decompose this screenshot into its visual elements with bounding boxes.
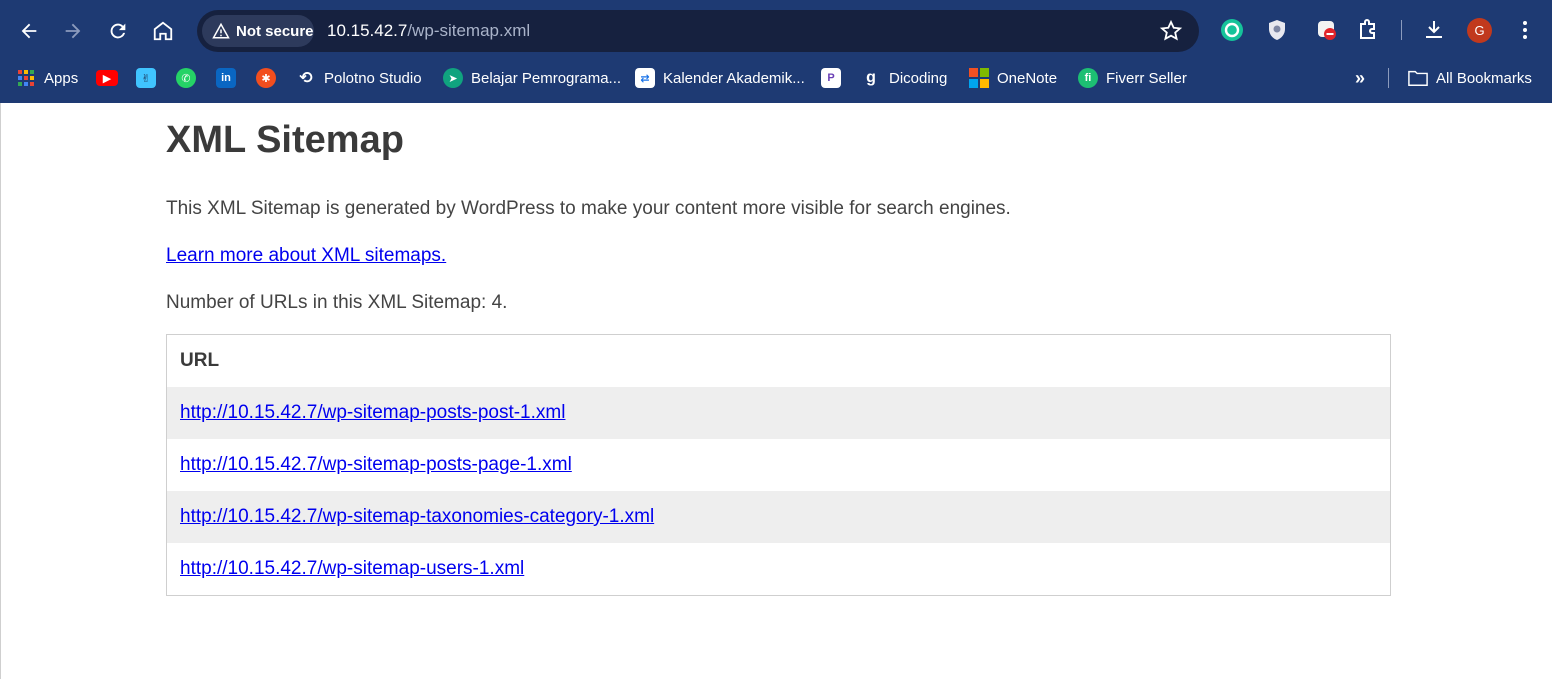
bookmark-label: Kalender Akademik... — [663, 69, 805, 87]
dicoding-academy-icon: ➤ — [443, 68, 463, 88]
page-title: XML Sitemap — [166, 119, 404, 161]
p-app-icon: P — [821, 68, 841, 88]
page-content: XML Sitemap This XML Sitemap is generate… — [0, 103, 1552, 679]
blocker-icon — [1318, 21, 1336, 40]
toolbar-divider — [1401, 20, 1402, 40]
sitemap-url-link[interactable]: http://10.15.42.7/wp-sitemap-posts-page-… — [180, 454, 572, 476]
download-icon — [1426, 21, 1442, 38]
bookmark-label: Dicoding — [889, 69, 948, 87]
apps-grid-icon — [16, 68, 36, 88]
whatsapp-icon: ✆ — [176, 68, 196, 88]
browser-toolbar: Not secure 10.15.42.7/wp-sitemap.xml G — [0, 0, 1552, 62]
grammarly-extension[interactable] — [1218, 16, 1246, 44]
more-vertical-icon — [1523, 21, 1527, 39]
arrow-right-icon — [65, 23, 81, 39]
table-row: http://10.15.42.7/wp-sitemap-users-1.xml — [167, 543, 1390, 595]
table-header: URL — [167, 335, 1390, 387]
bookmark-fiverr[interactable]: fi Fiverr Seller — [1078, 66, 1187, 90]
polotno-icon: ⟲ — [299, 70, 313, 87]
bookmark-label: OneNote — [997, 69, 1058, 87]
sitemap-table: URL http://10.15.42.7/wp-sitemap-posts-p… — [166, 334, 1391, 596]
table-row: http://10.15.42.7/wp-sitemap-posts-post-… — [167, 387, 1390, 439]
fiverr-icon: fi — [1078, 68, 1098, 88]
calendar-icon: ⇄ — [635, 68, 655, 88]
folder-icon — [1408, 68, 1428, 88]
chevron-double-right-icon: » — [1354, 67, 1365, 88]
all-bookmarks-button[interactable]: All Bookmarks — [1408, 66, 1532, 90]
security-label: Not secure — [236, 22, 314, 40]
table-row: http://10.15.42.7/wp-sitemap-taxonomies-… — [167, 491, 1390, 543]
bookmark-onenote[interactable]: OneNote — [969, 66, 1057, 90]
microsoft-icon — [969, 68, 989, 88]
sitemap-url-link[interactable]: http://10.15.42.7/wp-sitemap-taxonomies-… — [180, 506, 654, 528]
reload-icon — [110, 23, 126, 39]
bookmark-belajar[interactable]: ➤ Belajar Pemrograma... — [443, 66, 621, 90]
table-row: http://10.15.42.7/wp-sitemap-posts-page-… — [167, 439, 1390, 491]
address-bar[interactable]: Not secure 10.15.42.7/wp-sitemap.xml — [197, 10, 1199, 52]
bookmark-app[interactable]: ✌ — [136, 66, 156, 90]
dicoding-icon: g — [866, 69, 876, 86]
bookmarks-overflow-button[interactable]: » — [1350, 66, 1370, 90]
bookmark-star-icon[interactable] — [1159, 19, 1183, 43]
sitemap-url-link[interactable]: http://10.15.42.7/wp-sitemap-users-1.xml — [180, 558, 524, 580]
arrow-left-icon — [21, 23, 37, 39]
shield-extension[interactable] — [1263, 16, 1291, 44]
app-icon: ✌ — [136, 68, 156, 88]
bookmark-dicoding[interactable]: g Dicoding — [861, 66, 947, 90]
reload-button[interactable] — [101, 14, 135, 48]
bookmark-label: Apps — [44, 69, 79, 87]
warning-icon — [212, 22, 230, 39]
browser-chrome: Not secure 10.15.42.7/wp-sitemap.xml G A… — [0, 0, 1552, 103]
bookmark-linkedin[interactable]: in — [216, 66, 236, 90]
bookmark-apps[interactable]: Apps — [16, 66, 78, 90]
bookmark-p-app[interactable]: P — [821, 66, 841, 90]
sitemap-url-link[interactable]: http://10.15.42.7/wp-sitemap-posts-post-… — [180, 402, 565, 424]
bookmarks-divider — [1388, 68, 1389, 88]
bookmark-kalender[interactable]: ⇄ Kalender Akademik... — [635, 66, 805, 90]
bookmark-label: Polotno Studio — [324, 69, 422, 87]
profile-avatar[interactable]: G — [1467, 18, 1492, 43]
bookmark-polotno[interactable]: ⟲ Polotno Studio — [296, 66, 422, 90]
home-icon — [153, 21, 173, 41]
bookmarks-bar: Apps ▶ ✌ ✆ in ✱ ⟲ Polotno Studio ➤ Belaj… — [0, 62, 1552, 94]
extensions-button[interactable] — [1354, 16, 1382, 44]
all-bookmarks-label: All Bookmarks — [1436, 69, 1532, 87]
url-host: 10.15.42.7 — [327, 21, 408, 40]
linkedin-icon: in — [216, 68, 236, 88]
bookmark-label: Fiverr Seller — [1106, 69, 1187, 87]
blocker-extension[interactable] — [1313, 16, 1341, 44]
url-count-text: Number of URLs in this XML Sitemap: 4. — [166, 292, 508, 313]
grammarly-icon — [1221, 19, 1243, 41]
learn-more-link[interactable]: Learn more about XML sitemaps. — [166, 245, 446, 267]
puzzle-icon — [1360, 19, 1375, 39]
shield-icon — [1269, 20, 1285, 40]
menu-button[interactable] — [1511, 16, 1539, 44]
bookmark-youtube[interactable]: ▶ — [96, 66, 118, 90]
figma-icon: ✱ — [256, 68, 276, 88]
bookmark-whatsapp[interactable]: ✆ — [176, 66, 196, 90]
bookmark-figma[interactable]: ✱ — [256, 66, 276, 90]
forward-button[interactable] — [56, 14, 90, 48]
back-button[interactable] — [12, 14, 46, 48]
downloads-button[interactable] — [1420, 16, 1448, 44]
sitemap-description: This XML Sitemap is generated by WordPre… — [166, 198, 1011, 219]
security-chip[interactable]: Not secure — [202, 15, 314, 47]
home-button[interactable] — [146, 14, 180, 48]
column-header-url: URL — [180, 350, 220, 371]
youtube-icon: ▶ — [96, 70, 118, 86]
url-text[interactable]: 10.15.42.7/wp-sitemap.xml — [327, 21, 530, 41]
bookmark-label: Belajar Pemrograma... — [471, 69, 622, 87]
url-path: /wp-sitemap.xml — [407, 21, 531, 40]
